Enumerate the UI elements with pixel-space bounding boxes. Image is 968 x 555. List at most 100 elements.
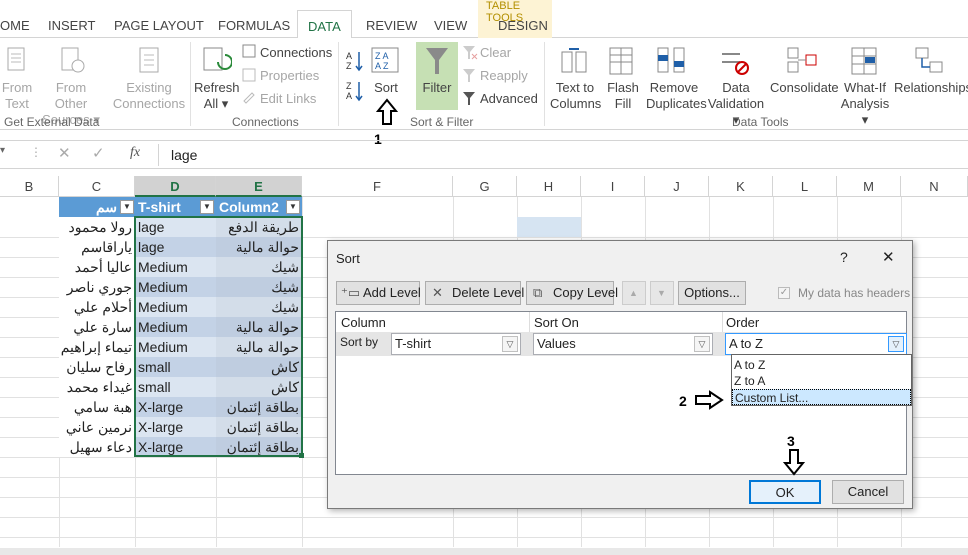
cell-payment[interactable]: بطاقة إئتمان: [216, 437, 302, 457]
selected-cell-h2[interactable]: [517, 217, 581, 237]
tab-review[interactable]: REVIEW: [366, 18, 417, 33]
filter-dropdown-icon[interactable]: ▼: [200, 200, 214, 214]
cell-payment[interactable]: شيك: [216, 257, 302, 277]
cell-payment[interactable]: حوالة مالية: [216, 237, 302, 257]
move-down-button[interactable]: ▼: [650, 281, 674, 305]
cell-name[interactable]: رفاح سليان: [59, 357, 135, 377]
properties-button[interactable]: Properties: [260, 68, 319, 83]
tab-home[interactable]: OME: [0, 18, 30, 33]
cell-name[interactable]: عاليا أحمد: [59, 257, 135, 277]
cell-payment[interactable]: طريقة الدفع: [216, 217, 302, 237]
reapply-button[interactable]: Reapply: [480, 68, 528, 83]
cell-payment[interactable]: كاش: [216, 377, 302, 397]
cell-tshirt[interactable]: X-large: [135, 437, 216, 457]
cell-tshirt[interactable]: small: [135, 377, 216, 397]
sort-on-select[interactable]: Values ▽: [533, 333, 713, 355]
cell-name[interactable]: دعاء سهيل: [59, 437, 135, 457]
tab-page-layout[interactable]: PAGE LAYOUT: [114, 18, 204, 33]
advanced-button[interactable]: Advanced: [480, 91, 538, 106]
order-option-z-to-a[interactable]: Z to A: [734, 373, 765, 389]
remove-duplicates-button[interactable]: Remove Duplicates: [646, 80, 707, 112]
column-header-f[interactable]: F: [302, 176, 453, 197]
options-button[interactable]: Options...: [678, 281, 746, 305]
formula-input[interactable]: lage: [158, 144, 968, 166]
cell-tshirt[interactable]: Medium: [135, 297, 216, 317]
column-header-k[interactable]: K: [709, 176, 773, 197]
column-header-c[interactable]: C: [59, 176, 135, 197]
cell-payment[interactable]: حوالة مالية: [216, 337, 302, 357]
horizontal-scrollbar[interactable]: [0, 548, 968, 555]
order-option-custom-list[interactable]: Custom List...: [732, 389, 911, 405]
clear-button[interactable]: Clear: [480, 45, 511, 60]
text-to-columns-button[interactable]: Text to Columns: [550, 80, 601, 112]
name-box-dropdown-icon[interactable]: ▾: [0, 145, 5, 156]
help-button[interactable]: ?: [840, 249, 848, 265]
cell-tshirt[interactable]: small: [135, 357, 216, 377]
column-select[interactable]: T-shirt ▽: [391, 333, 521, 355]
relationships-button[interactable]: Relationships: [894, 80, 968, 96]
cell-name[interactable]: سارة علي: [59, 317, 135, 337]
fill-handle[interactable]: [299, 453, 304, 458]
column-header-i[interactable]: I: [581, 176, 645, 197]
cell-name[interactable]: هبة سامي: [59, 397, 135, 417]
column-header-e[interactable]: E: [216, 176, 302, 197]
cell-tshirt[interactable]: X-large: [135, 417, 216, 437]
order-option-a-to-z[interactable]: A to Z: [734, 357, 765, 373]
confirm-entry-icon[interactable]: ✓: [92, 144, 105, 162]
filter-dropdown-icon[interactable]: ▼: [120, 200, 134, 214]
filter-button[interactable]: Filter: [416, 42, 458, 110]
flash-fill-button[interactable]: Flash Fill: [604, 80, 642, 112]
delete-level-button[interactable]: ✕ Delete Level: [425, 281, 524, 305]
cell-tshirt[interactable]: lage: [135, 237, 216, 257]
sort-button[interactable]: Sort: [368, 80, 404, 96]
cell-tshirt[interactable]: lage: [135, 217, 216, 237]
tab-formulas[interactable]: FORMULAS: [218, 18, 290, 33]
move-up-button[interactable]: ▲: [622, 281, 646, 305]
tab-design[interactable]: DESIGN: [498, 18, 548, 33]
copy-level-button[interactable]: ⧉ Copy Level: [526, 281, 618, 305]
headers-checkbox[interactable]: ✓: [778, 287, 790, 299]
from-text-button[interactable]: From Text: [0, 80, 34, 112]
column-header-d[interactable]: D: [135, 176, 216, 197]
cell-name[interactable]: تيماء إبراهيم: [59, 337, 135, 357]
consolidate-button[interactable]: Consolidate: [770, 80, 839, 96]
tab-insert[interactable]: INSERT: [48, 18, 95, 33]
insert-function-button[interactable]: fx: [130, 145, 140, 161]
connections-button[interactable]: Connections: [260, 45, 332, 60]
cell-tshirt[interactable]: Medium: [135, 337, 216, 357]
close-button[interactable]: ✕: [882, 248, 895, 266]
cancel-entry-icon[interactable]: ✕: [58, 144, 71, 162]
cell-payment[interactable]: بطاقة إئتمان: [216, 397, 302, 417]
cell-payment[interactable]: كاش: [216, 357, 302, 377]
cell-name[interactable]: أحلام علي: [59, 297, 135, 317]
column-header-h[interactable]: H: [517, 176, 581, 197]
cell-name[interactable]: نرمين عاني: [59, 417, 135, 437]
ok-button[interactable]: OK: [749, 480, 821, 504]
cell-name[interactable]: رولا محمود: [59, 217, 135, 237]
cell-tshirt[interactable]: Medium: [135, 277, 216, 297]
cell-payment[interactable]: شيك: [216, 277, 302, 297]
cell-name[interactable]: جوري ناصر: [59, 277, 135, 297]
cell-name[interactable]: ياراقاسم: [59, 237, 135, 257]
add-level-button[interactable]: ⁺▭ Add Level: [336, 281, 421, 305]
cell-payment[interactable]: حوالة مالية: [216, 317, 302, 337]
refresh-all-button[interactable]: Refresh All ▾: [194, 80, 240, 112]
column-header-m[interactable]: M: [837, 176, 901, 197]
cell-tshirt[interactable]: Medium: [135, 257, 216, 277]
cell-tshirt[interactable]: X-large: [135, 397, 216, 417]
column-header-j[interactable]: J: [645, 176, 709, 197]
cell-payment[interactable]: شيك: [216, 297, 302, 317]
cell-payment[interactable]: بطاقة إئتمان: [216, 417, 302, 437]
tab-view[interactable]: VIEW: [434, 18, 467, 33]
column-header-n[interactable]: N: [901, 176, 968, 197]
filter-dropdown-icon[interactable]: ▼: [286, 200, 300, 214]
what-if-analysis-button[interactable]: What-If Analysis ▾: [836, 80, 894, 128]
cell-name[interactable]: غيداء محمد: [59, 377, 135, 397]
edit-links-button[interactable]: Edit Links: [260, 91, 316, 106]
cancel-button[interactable]: Cancel: [832, 480, 904, 504]
cell-tshirt[interactable]: Medium: [135, 317, 216, 337]
order-select[interactable]: A to Z ▽: [725, 333, 907, 355]
column-header-l[interactable]: L: [773, 176, 837, 197]
column-header-g[interactable]: G: [453, 176, 517, 197]
existing-connections-button[interactable]: Existing Connections: [112, 80, 186, 112]
